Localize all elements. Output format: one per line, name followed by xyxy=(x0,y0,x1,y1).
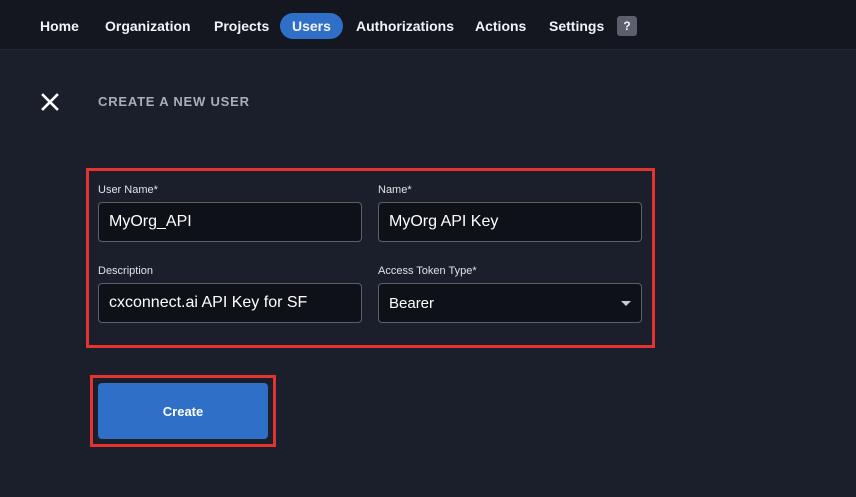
page-title: CREATE A NEW USER xyxy=(98,94,250,109)
access-token-type-label: Access Token Type* xyxy=(378,265,477,277)
nav-item-actions[interactable]: Actions xyxy=(475,13,526,39)
nav-item-authorizations[interactable]: Authorizations xyxy=(356,13,454,39)
nav-item-projects[interactable]: Projects xyxy=(214,13,269,39)
name-label: Name* xyxy=(378,184,412,196)
create-button[interactable]: Create xyxy=(98,383,268,439)
access-token-type-value: Bearer xyxy=(389,295,435,312)
nav-item-settings[interactable]: Settings xyxy=(549,13,604,39)
nav-item-organization[interactable]: Organization xyxy=(105,13,191,39)
nav-item-home[interactable]: Home xyxy=(40,13,79,39)
access-token-type-select[interactable]: Bearer xyxy=(378,283,642,323)
user-name-label: User Name* xyxy=(98,184,158,196)
description-input[interactable] xyxy=(98,283,362,323)
user-name-input[interactable] xyxy=(98,202,362,242)
close-icon[interactable] xyxy=(39,91,61,113)
chevron-down-icon xyxy=(621,301,631,306)
description-label: Description xyxy=(98,265,154,277)
nav-item-users[interactable]: Users xyxy=(280,13,343,39)
name-input[interactable] xyxy=(378,202,642,242)
help-button[interactable]: ? xyxy=(617,16,637,36)
top-navigation: Home Organization Projects Users Authori… xyxy=(0,0,856,50)
